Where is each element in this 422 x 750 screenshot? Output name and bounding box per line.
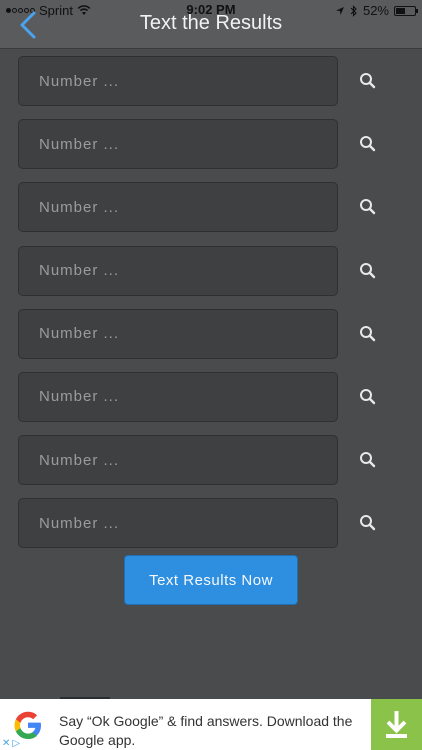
search-icon[interactable] — [358, 324, 378, 344]
ad-download-button[interactable] — [371, 699, 422, 750]
search-icon[interactable] — [358, 71, 378, 91]
number-row — [0, 498, 422, 561]
ad-info-icon[interactable]: ▷ — [12, 738, 20, 749]
number-input[interactable] — [18, 435, 338, 486]
number-input[interactable] — [18, 182, 338, 233]
search-icon[interactable] — [358, 450, 378, 470]
number-row — [0, 245, 422, 309]
number-input[interactable] — [18, 308, 338, 359]
number-input[interactable] — [18, 245, 338, 296]
number-row — [0, 435, 422, 498]
number-row — [0, 182, 422, 245]
search-icon[interactable] — [358, 387, 378, 407]
search-icon[interactable] — [358, 513, 378, 533]
number-row — [0, 119, 422, 182]
app-screen: Sprint 9:02 PM 52% Text the Results Numb… — [0, 0, 422, 750]
nav-header: Sprint 9:02 PM 52% Text the Results — [0, 0, 422, 49]
search-icon[interactable] — [358, 197, 378, 217]
number-row — [0, 371, 422, 435]
search-icon[interactable] — [358, 134, 378, 154]
ad-text: Say “Ok Google” & find answers. Download… — [59, 713, 353, 748]
number-input[interactable] — [18, 56, 338, 106]
page-title: Text the Results — [139, 12, 283, 34]
search-icon[interactable] — [358, 261, 378, 281]
number-list — [0, 56, 422, 562]
text-results-now-button[interactable]: Text Results Now — [124, 555, 298, 605]
ad-close-icon[interactable]: ✕ — [2, 738, 10, 749]
number-input[interactable] — [18, 119, 338, 170]
ad-banner[interactable]: Say “Ok Google” & find answers. Download… — [0, 699, 422, 750]
ad-choices[interactable]: ✕ ▷ — [2, 738, 20, 749]
number-row — [0, 56, 422, 119]
number-input[interactable] — [18, 371, 338, 422]
number-input[interactable] — [18, 498, 338, 549]
number-row — [0, 308, 422, 372]
download-icon — [386, 711, 407, 738]
